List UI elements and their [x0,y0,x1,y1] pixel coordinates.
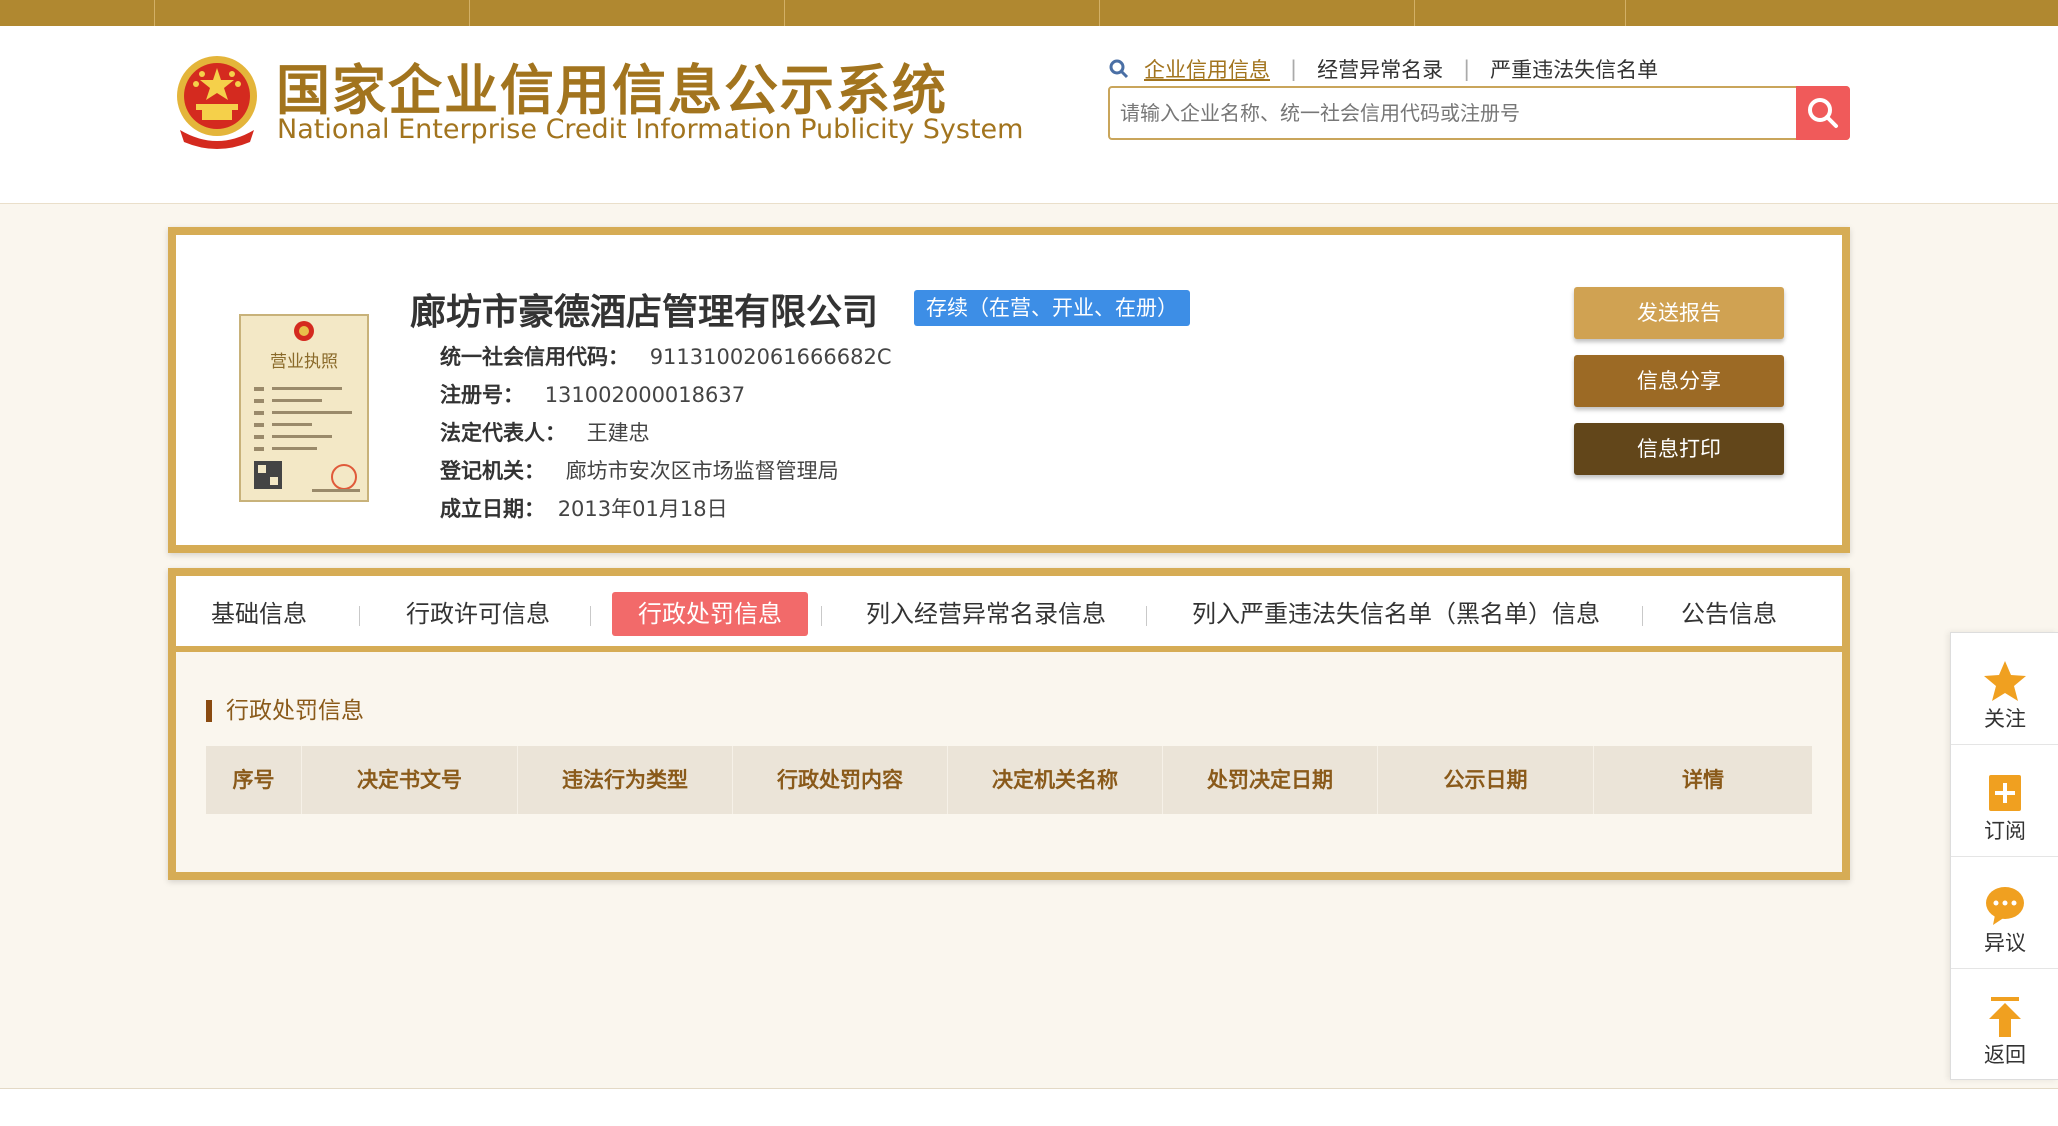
credit-code-label: 统一社会信用代码： [440,345,629,369]
tab-blacklist[interactable]: 列入严重违法失信名单（黑名单）信息 [1176,592,1616,636]
search-button[interactable] [1796,86,1850,140]
section-title: 行政处罚信息 [206,700,364,723]
column-header: 处罚决定日期 [1163,746,1378,814]
license-title: 营业执照 [270,352,338,372]
national-emblem-icon [177,56,257,149]
arrow-up-icon [1989,997,2021,1037]
credit-code-row: 统一社会信用代码： 91131002061666682C [440,341,892,371]
tab-abnormal-list[interactable]: 列入经营异常名录信息 [858,592,1114,636]
search-icon [1808,98,1838,128]
tab-separator [1642,606,1643,626]
search-icon [1109,59,1129,79]
legal-rep-row: 法定代表人： 王建忠 [440,417,650,447]
status-badge: 存续（在营、开业、在册） [914,290,1190,326]
column-header: 详情 [1682,768,1724,792]
sidebar-label: 异议 [1984,931,2026,955]
sidebar-follow[interactable]: 关注 [1951,633,2058,745]
link-enterprise-credit[interactable]: 企业信用信息 [1144,54,1270,84]
est-date-row: 成立日期： 2013年01月18日 [440,493,728,523]
top-nav-segment[interactable] [1626,0,2058,26]
floating-sidebar: 关注 订阅 异议 返回 [1950,632,2058,1080]
sidebar-label: 订阅 [1984,819,2026,843]
link-abnormal-list[interactable]: 经营异常名录 [1317,54,1443,84]
page-footer [0,1088,2058,1126]
tab-separator [590,606,591,626]
column-header: 决定机关名称 [948,746,1163,814]
top-nav-segment[interactable] [1415,0,1626,26]
sidebar-label: 返回 [1984,1043,2026,1067]
tab-admin-license[interactable]: 行政许可信息 [398,592,558,636]
site-header: 国家企业信用信息公示系统 National Enterprise Credit … [0,26,2058,204]
est-date-value: 2013年01月18日 [557,497,728,521]
share-button[interactable]: 信息分享 [1574,355,1784,407]
header-links: 企业信用信息 | 经营异常名录 | 严重违法失信名单 [1108,54,1658,84]
print-button[interactable]: 信息打印 [1574,423,1784,475]
sidebar-objection[interactable]: 异议 [1951,857,2058,969]
top-nav-segment[interactable] [785,0,1100,26]
est-date-label: 成立日期： [440,497,545,521]
site-title-en: National Enterprise Credit Information P… [277,114,1024,145]
authority-value: 廊坊市安次区市场监督管理局 [565,459,839,483]
search-input[interactable] [1110,88,1794,138]
info-tabs-panel: 基础信息 行政许可信息 行政处罚信息 列入经营异常名录信息 列入严重违法失信名单… [168,568,1850,880]
tab-announcements[interactable]: 公告信息 [1674,592,1784,636]
link-separator: | [1290,57,1298,81]
legal-rep-label: 法定代表人： [440,421,566,445]
credit-code-value: 91131002061666682C [649,345,892,369]
reg-no-row: 注册号： 131002000018637 [440,379,745,409]
authority-label: 登记机关： [440,459,545,483]
tab-separator [821,606,822,626]
sidebar-label: 关注 [1984,707,2026,731]
top-nav-segment[interactable] [1100,0,1415,26]
column-header: 公示日期 [1378,746,1594,814]
top-nav-strip [0,0,2058,26]
top-nav-segment[interactable] [0,0,155,26]
sidebar-subscribe[interactable]: 订阅 [1951,745,2058,857]
business-license-image: 营业执照 [239,314,369,502]
tab-separator [359,606,360,626]
tab-separator [1146,606,1147,626]
authority-row: 登记机关： 廊坊市安次区市场监督管理局 [440,455,839,485]
search-box [1108,86,1850,140]
plus-square-icon [1989,775,2021,811]
tab-basic-info[interactable]: 基础信息 [204,592,314,636]
send-report-button[interactable]: 发送报告 [1574,287,1784,339]
sidebar-back-to-top[interactable]: 返回 [1951,969,2058,1081]
column-header: 行政处罚内容 [733,746,948,814]
company-info-card: 营业执照 廊坊市豪德酒店管理有限公司 存续（在营、开业、在册） 统一社会信用代码… [168,227,1850,553]
column-header: 决定书文号 [302,746,518,814]
link-separator: | [1463,57,1471,81]
reg-no-value: 131002000018637 [544,383,746,407]
top-nav-segment[interactable] [155,0,470,26]
legal-rep-value: 王建忠 [586,421,650,445]
chat-bubble-icon [1986,887,2024,925]
column-header: 违法行为类型 [518,746,733,814]
company-name: 廊坊市豪德酒店管理有限公司 [410,292,879,333]
tab-bar: 基础信息 行政许可信息 行政处罚信息 列入经营异常名录信息 列入严重违法失信名单… [176,576,1842,652]
tab-admin-penalty[interactable]: 行政处罚信息 [612,592,808,636]
link-blacklist[interactable]: 严重违法失信名单 [1490,54,1658,84]
top-nav-segment[interactable] [470,0,785,26]
star-icon [1984,661,2026,701]
penalty-table-header: 序号 决定书文号 违法行为类型 行政处罚内容 决定机关名称 处罚决定日期 公示日… [206,746,1812,814]
column-header: 序号 [206,746,302,814]
reg-no-label: 注册号： [440,383,524,407]
